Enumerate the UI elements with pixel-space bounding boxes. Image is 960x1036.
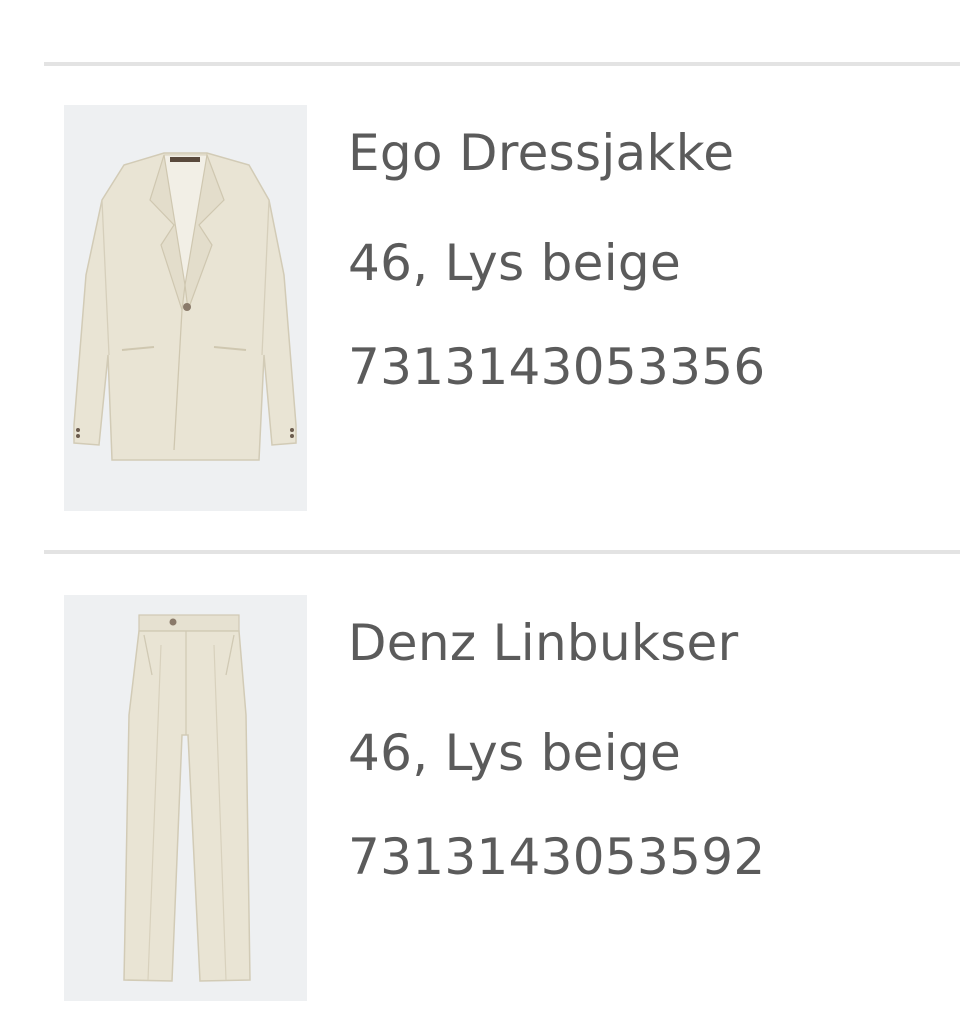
item-divider: [44, 62, 960, 66]
trousers-icon: [64, 595, 307, 1001]
product-variant: 46, Lys beige: [348, 234, 682, 292]
order-items-list: Ego Dressjakke 46, Lys beige 73131430533…: [0, 0, 960, 1036]
suit-jacket-icon: [64, 105, 307, 511]
product-name[interactable]: Denz Linbukser: [348, 613, 738, 673]
product-image-suit-jacket[interactable]: [64, 105, 307, 511]
product-image-linen-trousers[interactable]: [64, 595, 307, 1001]
product-sku: 7313143053592: [348, 828, 766, 886]
list-item[interactable]: Ego Dressjakke 46, Lys beige 73131430533…: [64, 105, 960, 511]
product-sku: 7313143053356: [348, 338, 766, 396]
product-variant: 46, Lys beige: [348, 724, 682, 782]
product-name[interactable]: Ego Dressjakke: [348, 123, 734, 183]
list-item[interactable]: Denz Linbukser 46, Lys beige 73131430535…: [64, 595, 960, 1001]
item-divider: [44, 550, 960, 554]
